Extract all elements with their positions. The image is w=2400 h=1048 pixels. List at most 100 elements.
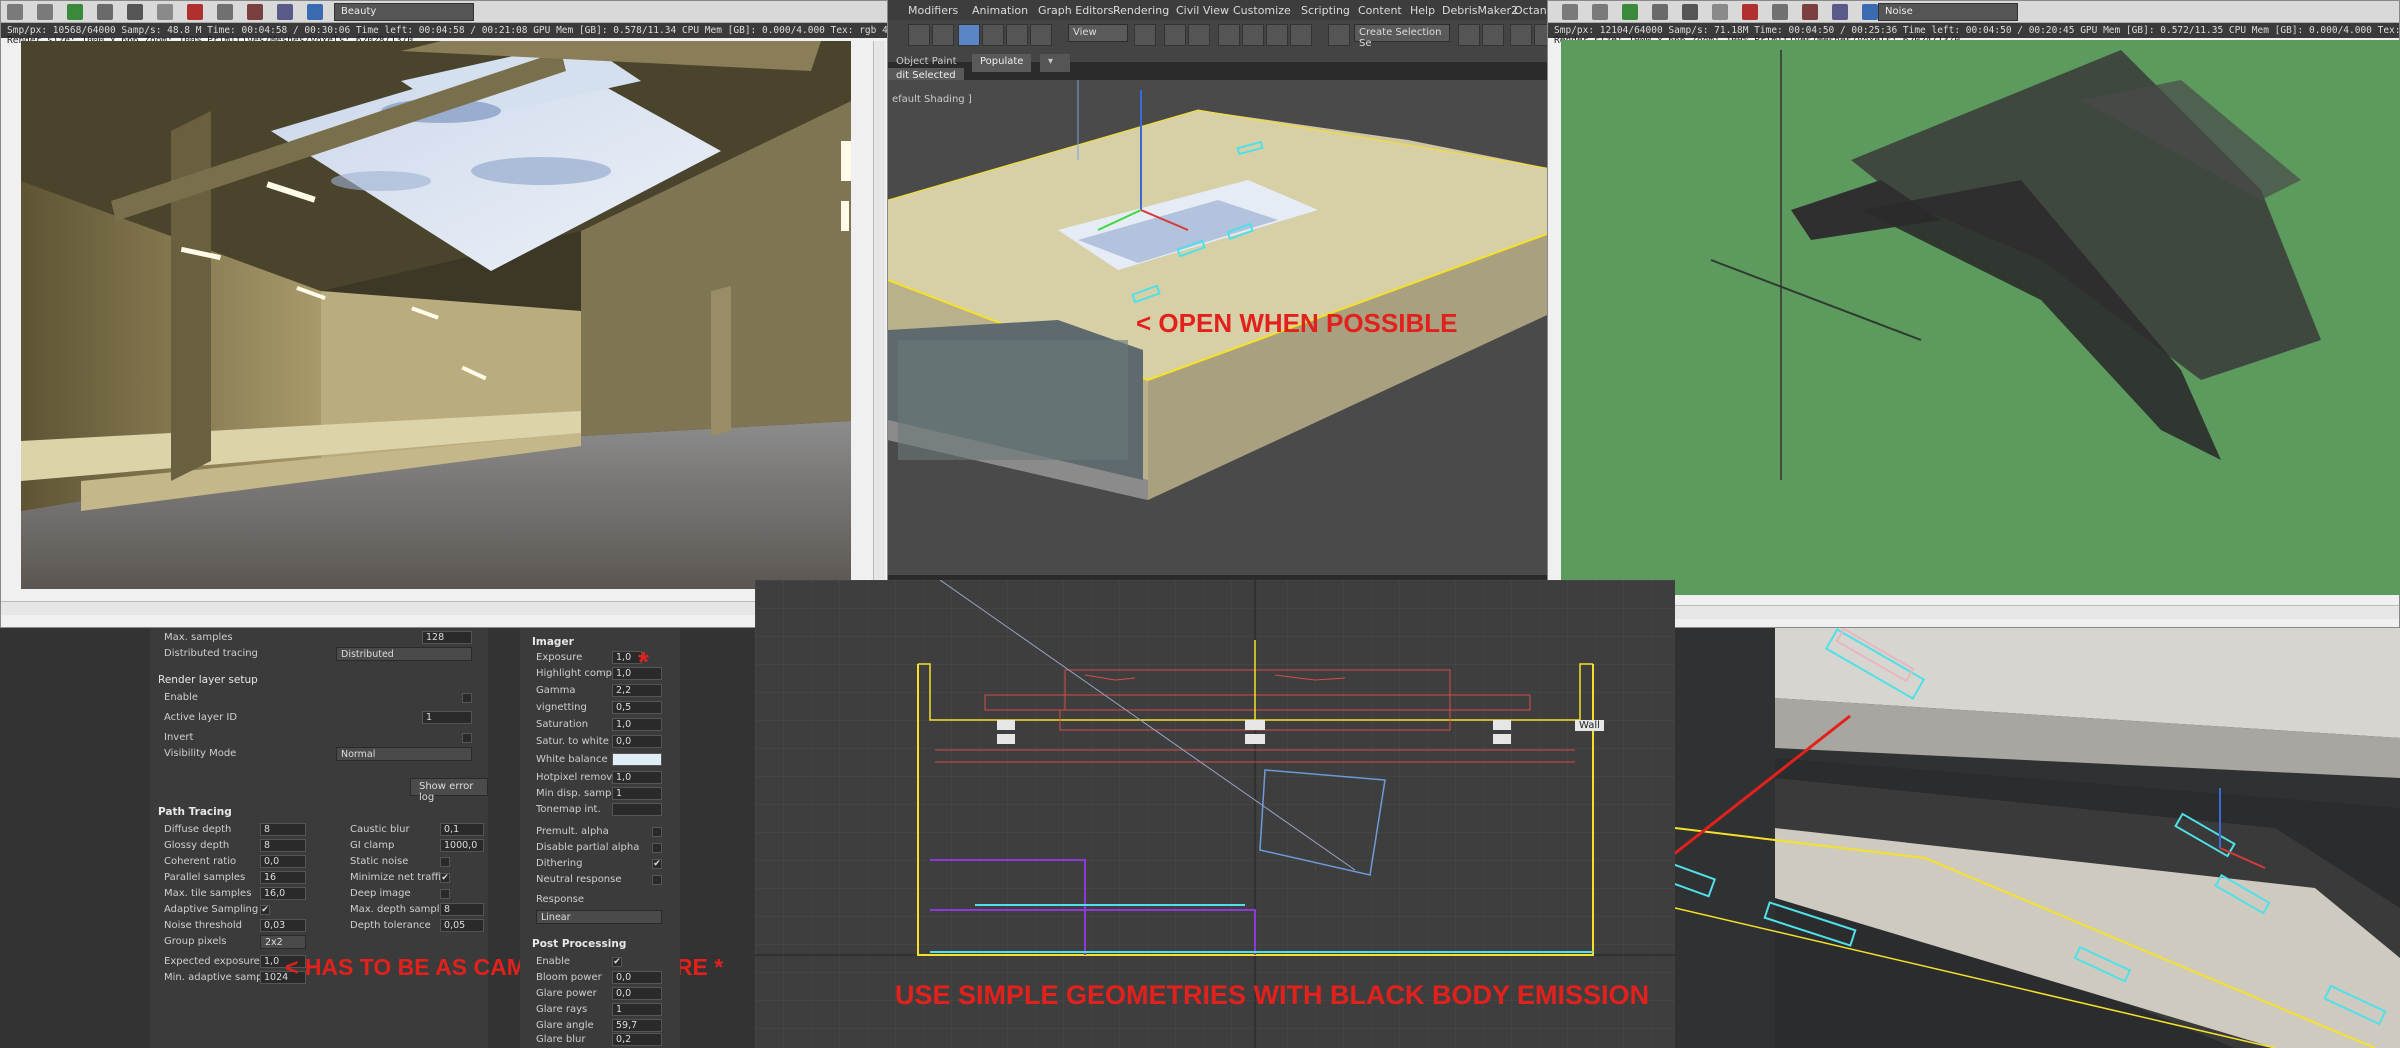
pt-caustic-blur-field[interactable]: 0,1 (440, 823, 484, 836)
layer-explorer-icon[interactable] (1510, 24, 1532, 46)
neutral-response-checkbox[interactable] (652, 875, 662, 885)
reference-coordinate-select[interactable]: View (1068, 24, 1128, 42)
noise-picker-icon[interactable] (1802, 4, 1818, 20)
lock-icon[interactable] (217, 4, 233, 20)
noise-pause-icon[interactable] (1682, 4, 1698, 20)
viewport-shading-label[interactable]: efault Shading ] (892, 94, 972, 105)
pt-max-depth-samples-field[interactable]: 8 (440, 903, 484, 916)
restart-icon[interactable] (67, 4, 83, 20)
imager-title[interactable]: Imager (532, 636, 574, 648)
menu-content[interactable]: Content (1358, 4, 1402, 17)
camera-icon[interactable] (277, 4, 293, 20)
menu-help[interactable]: Help (1410, 4, 1435, 17)
pt-max-tile-samples-field[interactable]: 16,0 (260, 887, 306, 900)
post-enable-checkbox[interactable]: ✔ (612, 957, 622, 967)
pt-noise-threshold-field[interactable]: 0,03 (260, 919, 306, 932)
glare-angle-field[interactable]: 59,7 (612, 1019, 662, 1032)
menu-customize[interactable]: Customize (1233, 4, 1291, 17)
menu-scripting[interactable]: Scripting (1301, 4, 1350, 17)
rotate-icon[interactable] (982, 24, 1004, 46)
menu-animation[interactable]: Animation (972, 4, 1028, 17)
glare-rays-field[interactable]: 1 (612, 1003, 662, 1016)
glare-blur-field[interactable]: 0,2 (612, 1033, 662, 1046)
bloom-power-field[interactable]: 0,0 (612, 971, 662, 984)
tab-populate[interactable]: Populate (972, 54, 1032, 72)
post-processing-title[interactable]: Post Processing (532, 938, 626, 950)
pt-adaptive-sampling-checkbox[interactable]: ✔ (260, 905, 270, 915)
imager-vignetting-field[interactable]: 0,5 (612, 701, 662, 714)
ribbon-toggle-icon[interactable]: ▾ (1040, 54, 1070, 72)
render-pass-select[interactable]: Beauty (334, 3, 474, 21)
selection-set-select[interactable]: Create Selection Se (1354, 24, 1450, 49)
menu-debrismaker[interactable]: DebrisMaker2 (1442, 4, 1518, 17)
select-region-icon[interactable] (908, 24, 930, 46)
noise-folder-icon[interactable] (1592, 4, 1608, 20)
dithering-checkbox[interactable]: ✔ (652, 859, 662, 869)
keyboard-shortcut-icon[interactable] (1188, 24, 1210, 46)
max-samples-field[interactable]: 128 (422, 631, 472, 644)
save-icon[interactable] (7, 4, 23, 20)
align-icon[interactable] (1482, 24, 1504, 46)
pt-gi-clamp-field[interactable]: 1000,0 (440, 839, 484, 852)
disable-partial-alpha-checkbox[interactable] (652, 843, 662, 853)
menu-civil-view[interactable]: Civil View (1176, 4, 1229, 17)
show-error-log-button[interactable]: Show error log (410, 778, 488, 803)
folder-icon[interactable] (37, 4, 53, 20)
snap-icon[interactable] (1218, 24, 1240, 46)
pt-deep-image-checkbox[interactable] (440, 889, 450, 899)
noise-restart-icon[interactable] (1622, 4, 1638, 20)
named-selection-icon[interactable] (1328, 24, 1350, 46)
stop-icon[interactable] (97, 4, 113, 20)
mirror-icon[interactable] (1458, 24, 1480, 46)
imager-satur-white-field[interactable]: 0,0 (612, 735, 662, 748)
noise-lock-icon[interactable] (1772, 4, 1788, 20)
noise-camera-icon[interactable] (1832, 4, 1848, 20)
imager-tonemap-field[interactable] (612, 803, 662, 816)
visibility-select[interactable]: Normal (336, 747, 472, 761)
noise-stop-icon[interactable] (1652, 4, 1668, 20)
pt-coherent-ratio-field[interactable]: 0,0 (260, 855, 306, 868)
path-tracing-title[interactable]: Path Tracing (158, 806, 232, 818)
menu-modifiers[interactable]: Modifiers (908, 4, 958, 17)
pause-icon[interactable] (127, 4, 143, 20)
render-vertical-scrollbar[interactable] (873, 41, 885, 601)
active-pass-icon[interactable] (307, 4, 323, 20)
pivot-icon[interactable] (1134, 24, 1156, 46)
pt-glossy-depth-field[interactable]: 8 (260, 839, 306, 852)
render-layer-enable-checkbox[interactable] (462, 693, 472, 703)
noise-save-icon[interactable] (1562, 4, 1578, 20)
noise-region-icon[interactable] (1712, 4, 1728, 20)
menu-rendering[interactable]: Rendering (1113, 4, 1169, 17)
perspective-viewport[interactable]: efault Shading ] < OPEN WHEN POSSIBLE (888, 80, 1558, 575)
pt-static-noise-checkbox[interactable] (440, 857, 450, 867)
placement-icon[interactable] (1030, 24, 1052, 46)
angle-snap-icon[interactable] (1242, 24, 1264, 46)
noise-pass-select[interactable]: Noise (1878, 3, 2018, 21)
clay-icon[interactable] (187, 4, 203, 20)
active-layer-field[interactable]: 1 (422, 711, 472, 724)
window-crossing-icon[interactable] (932, 24, 954, 46)
imager-min-disp-field[interactable]: 1 (612, 787, 662, 800)
pt-min-net-traffic-checkbox[interactable]: ✔ (440, 873, 450, 883)
spinner-snap-icon[interactable] (1290, 24, 1312, 46)
percent-snap-icon[interactable] (1266, 24, 1288, 46)
premult-alpha-checkbox[interactable] (652, 827, 662, 837)
select-manipulate-icon[interactable] (1164, 24, 1186, 46)
menu-graph-editors[interactable]: Graph Editors (1038, 4, 1114, 17)
pt-diffuse-depth-field[interactable]: 8 (260, 823, 306, 836)
invert-checkbox[interactable] (462, 733, 472, 743)
glare-power-field[interactable]: 0,0 (612, 987, 662, 1000)
pt-group-pixels-select[interactable]: 2x2 (260, 935, 306, 949)
region-icon[interactable] (157, 4, 173, 20)
pt-depth-tolerance-field[interactable]: 0,05 (440, 919, 484, 932)
distributed-tracing-select[interactable]: Distributed (336, 647, 472, 661)
noise-clay-icon[interactable] (1742, 4, 1758, 20)
imager-saturation-field[interactable]: 1,0 (612, 718, 662, 731)
picker-icon[interactable] (247, 4, 263, 20)
noise-horizontal-scrollbar[interactable] (1548, 605, 2399, 619)
lights-closeup-viewport[interactable] (1675, 628, 2400, 1048)
pt-parallel-samples-field[interactable]: 16 (260, 871, 306, 884)
imager-hotpixel-field[interactable]: 1,0 (612, 771, 662, 784)
imager-gamma-field[interactable]: 2,2 (612, 684, 662, 697)
scale-icon[interactable] (1006, 24, 1028, 46)
